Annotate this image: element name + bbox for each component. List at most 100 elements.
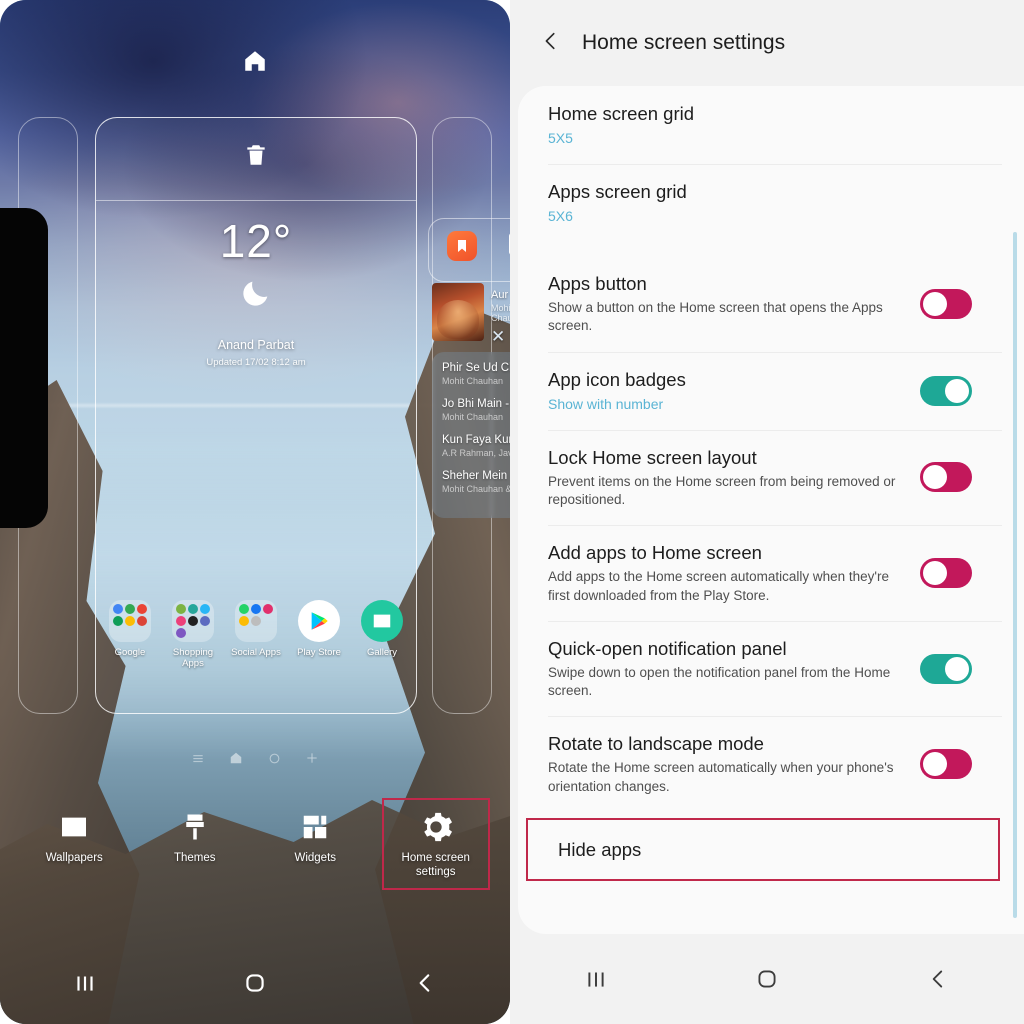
toggle-apps-button[interactable] bbox=[920, 288, 972, 319]
playlist-title: Sheher Mein - bbox=[442, 470, 510, 482]
close-icon[interactable]: ✕ bbox=[491, 327, 510, 347]
app-gallery[interactable]: Gallery bbox=[353, 600, 411, 669]
back-chevron-icon[interactable] bbox=[540, 28, 562, 58]
setting-row-app-icon-badges[interactable]: App icon badges Show with number bbox=[518, 351, 1024, 430]
toolbar-label: Widgets bbox=[294, 852, 337, 864]
toggle-app-icon-badges[interactable] bbox=[920, 375, 972, 406]
setting-description: Swipe down to open the notification pane… bbox=[548, 664, 891, 699]
list-item[interactable]: Sheher Mein - Mohit Chauhan & bbox=[442, 470, 510, 494]
app-label: Shopping Apps bbox=[172, 647, 214, 670]
setting-value: 5X6 bbox=[548, 208, 573, 225]
toggle-lock-home-screen-layout[interactable] bbox=[920, 462, 972, 493]
setting-title: Lock Home screen layout bbox=[548, 446, 757, 468]
app-folder-google[interactable]: Google bbox=[101, 600, 159, 669]
music-widget-card[interactable] bbox=[428, 218, 510, 282]
back-icon[interactable] bbox=[893, 956, 983, 1002]
home-icon[interactable] bbox=[722, 956, 812, 1002]
toolbar-item-wallpapers[interactable]: Wallpapers bbox=[22, 800, 126, 888]
app-play-store[interactable]: Play Store bbox=[290, 600, 348, 669]
screenshot-root: 12° Anand Parbat Updated 17/02 8:12 am A… bbox=[0, 0, 1024, 1024]
toggle-quick-open-notification-panel[interactable] bbox=[920, 653, 972, 684]
app-label: Google bbox=[114, 647, 146, 658]
toolbar-item-themes[interactable]: Themes bbox=[143, 800, 247, 888]
weather-widget[interactable]: 12° Anand Parbat Updated 17/02 8:12 am bbox=[95, 218, 417, 368]
setting-title: Rotate to landscape mode bbox=[548, 733, 764, 755]
settings-group-toggles: Apps button Show a button on the Home sc… bbox=[518, 256, 1024, 881]
setting-row-home-screen-grid[interactable]: Home screen grid 5X5 bbox=[518, 86, 1024, 164]
recents-icon[interactable] bbox=[45, 963, 125, 1003]
setting-row-apps-screen-grid[interactable]: Apps screen grid 5X6 bbox=[518, 164, 1024, 242]
trash-icon[interactable] bbox=[96, 140, 416, 175]
home-editor-toolbar: Wallpapers Themes Widgets Home screen se… bbox=[0, 798, 510, 890]
toolbar-item-home-screen-settings[interactable]: Home screen settings bbox=[381, 798, 490, 890]
app-label: Gallery bbox=[366, 647, 398, 658]
right-navbar bbox=[510, 934, 1024, 1024]
home-page-indicator-icon[interactable] bbox=[0, 48, 510, 79]
playlist-title: Phir Se Ud Chala bbox=[442, 362, 510, 374]
toggle-add-apps-to-home-screen[interactable] bbox=[920, 557, 972, 588]
toolbar-label: Themes bbox=[173, 852, 216, 864]
page-title: Home screen settings bbox=[582, 31, 786, 54]
playlist-artist: Mohit Chauhan bbox=[442, 412, 504, 422]
app-label: Play Store bbox=[297, 647, 341, 658]
list-icon[interactable] bbox=[190, 750, 206, 766]
setting-row-quick-open-notification-panel[interactable]: Quick-open notification panel Swipe down… bbox=[518, 620, 1024, 717]
crescent-moon-icon bbox=[95, 276, 417, 316]
left-phone-home-screen-editor: 12° Anand Parbat Updated 17/02 8:12 am A… bbox=[0, 0, 510, 1024]
setting-row-rotate-to-landscape-mode[interactable]: Rotate to landscape mode Rotate the Home… bbox=[518, 716, 1024, 812]
app-folder-shopping[interactable]: Shopping Apps bbox=[164, 600, 222, 669]
gallery-icon bbox=[361, 600, 403, 642]
setting-title: Apps screen grid bbox=[548, 181, 687, 203]
setting-row-lock-home-screen-layout[interactable]: Lock Home screen layout Prevent items on… bbox=[518, 429, 1024, 526]
setting-row-hide-apps[interactable]: Hide apps bbox=[526, 817, 1000, 881]
setting-title: Apps button bbox=[548, 273, 647, 295]
weather-location: Anand Parbat bbox=[217, 338, 295, 352]
setting-row-add-apps-to-home-screen[interactable]: Add apps to Home screen Add apps to the … bbox=[518, 525, 1024, 621]
setting-title: Quick-open notification panel bbox=[548, 637, 787, 659]
folder-icon bbox=[109, 600, 151, 642]
setting-row-apps-button[interactable]: Apps button Show a button on the Home sc… bbox=[518, 256, 1024, 352]
setting-title: Home screen grid bbox=[548, 103, 695, 124]
now-playing-title: Aur Ho bbox=[490, 289, 510, 301]
widgets-icon bbox=[263, 808, 367, 846]
recents-icon[interactable] bbox=[551, 956, 641, 1002]
plus-icon[interactable] bbox=[304, 750, 320, 766]
app-row: Google Shopping Apps Social Apps Play St… bbox=[95, 600, 417, 669]
toggle-rotate-to-landscape-mode[interactable] bbox=[920, 749, 972, 780]
app-folder-social[interactable]: Social Apps bbox=[227, 600, 285, 669]
home-page-dot[interactable] bbox=[228, 750, 244, 766]
setting-description: Prevent items on the Home screen from be… bbox=[548, 473, 896, 507]
list-item[interactable]: Jo Bhi Main - v Mohit Chauhan bbox=[442, 398, 510, 422]
play-store-icon bbox=[298, 600, 340, 642]
adjacent-page-slab[interactable] bbox=[0, 208, 48, 528]
playlist-title: Kun Faya Kun bbox=[442, 434, 510, 446]
back-icon[interactable] bbox=[385, 963, 465, 1003]
app-label: Social Apps bbox=[231, 647, 281, 658]
now-playing[interactable]: Aur Ho Mohit Chauhan ✕ bbox=[432, 283, 510, 347]
circle-icon[interactable] bbox=[266, 750, 282, 766]
brush-icon bbox=[143, 808, 247, 846]
folder-icon bbox=[235, 600, 277, 642]
setting-title: App icon badges bbox=[548, 368, 686, 390]
setting-description: Show a button on the Home screen that op… bbox=[548, 300, 883, 334]
home-icon[interactable] bbox=[215, 963, 295, 1003]
toolbar-item-widgets[interactable]: Widgets bbox=[263, 800, 367, 888]
right-phone-settings: Home screen settings Home screen grid 5X… bbox=[510, 0, 1024, 1024]
settings-scroll-content[interactable]: Home screen grid 5X5 Apps screen grid 5X… bbox=[518, 86, 1024, 934]
scrollbar[interactable] bbox=[1013, 232, 1017, 918]
playlist-artist: Mohit Chauhan bbox=[442, 376, 504, 386]
list-item[interactable]: Phir Se Ud Chala Mohit Chauhan bbox=[442, 362, 510, 386]
music-playlist[interactable]: Phir Se Ud Chala Mohit Chauhan Jo Bhi Ma… bbox=[432, 352, 510, 518]
music-app-icon[interactable] bbox=[447, 231, 477, 261]
setting-description: Add apps to the Home screen automaticall… bbox=[548, 569, 890, 603]
gear-icon bbox=[384, 808, 488, 846]
weather-updated: Updated 17/02 8:12 am bbox=[206, 357, 306, 368]
left-navbar bbox=[0, 952, 510, 1014]
playlist-title: Jo Bhi Main - v bbox=[442, 398, 510, 410]
page-indicator-row bbox=[0, 750, 510, 766]
settings-header: Home screen settings bbox=[510, 0, 1024, 86]
setting-title: Add apps to Home screen bbox=[548, 542, 762, 564]
image-icon bbox=[22, 808, 126, 846]
page-card-divider bbox=[96, 200, 416, 201]
list-item[interactable]: Kun Faya Kun A.R Rahman, Javed bbox=[442, 434, 510, 458]
